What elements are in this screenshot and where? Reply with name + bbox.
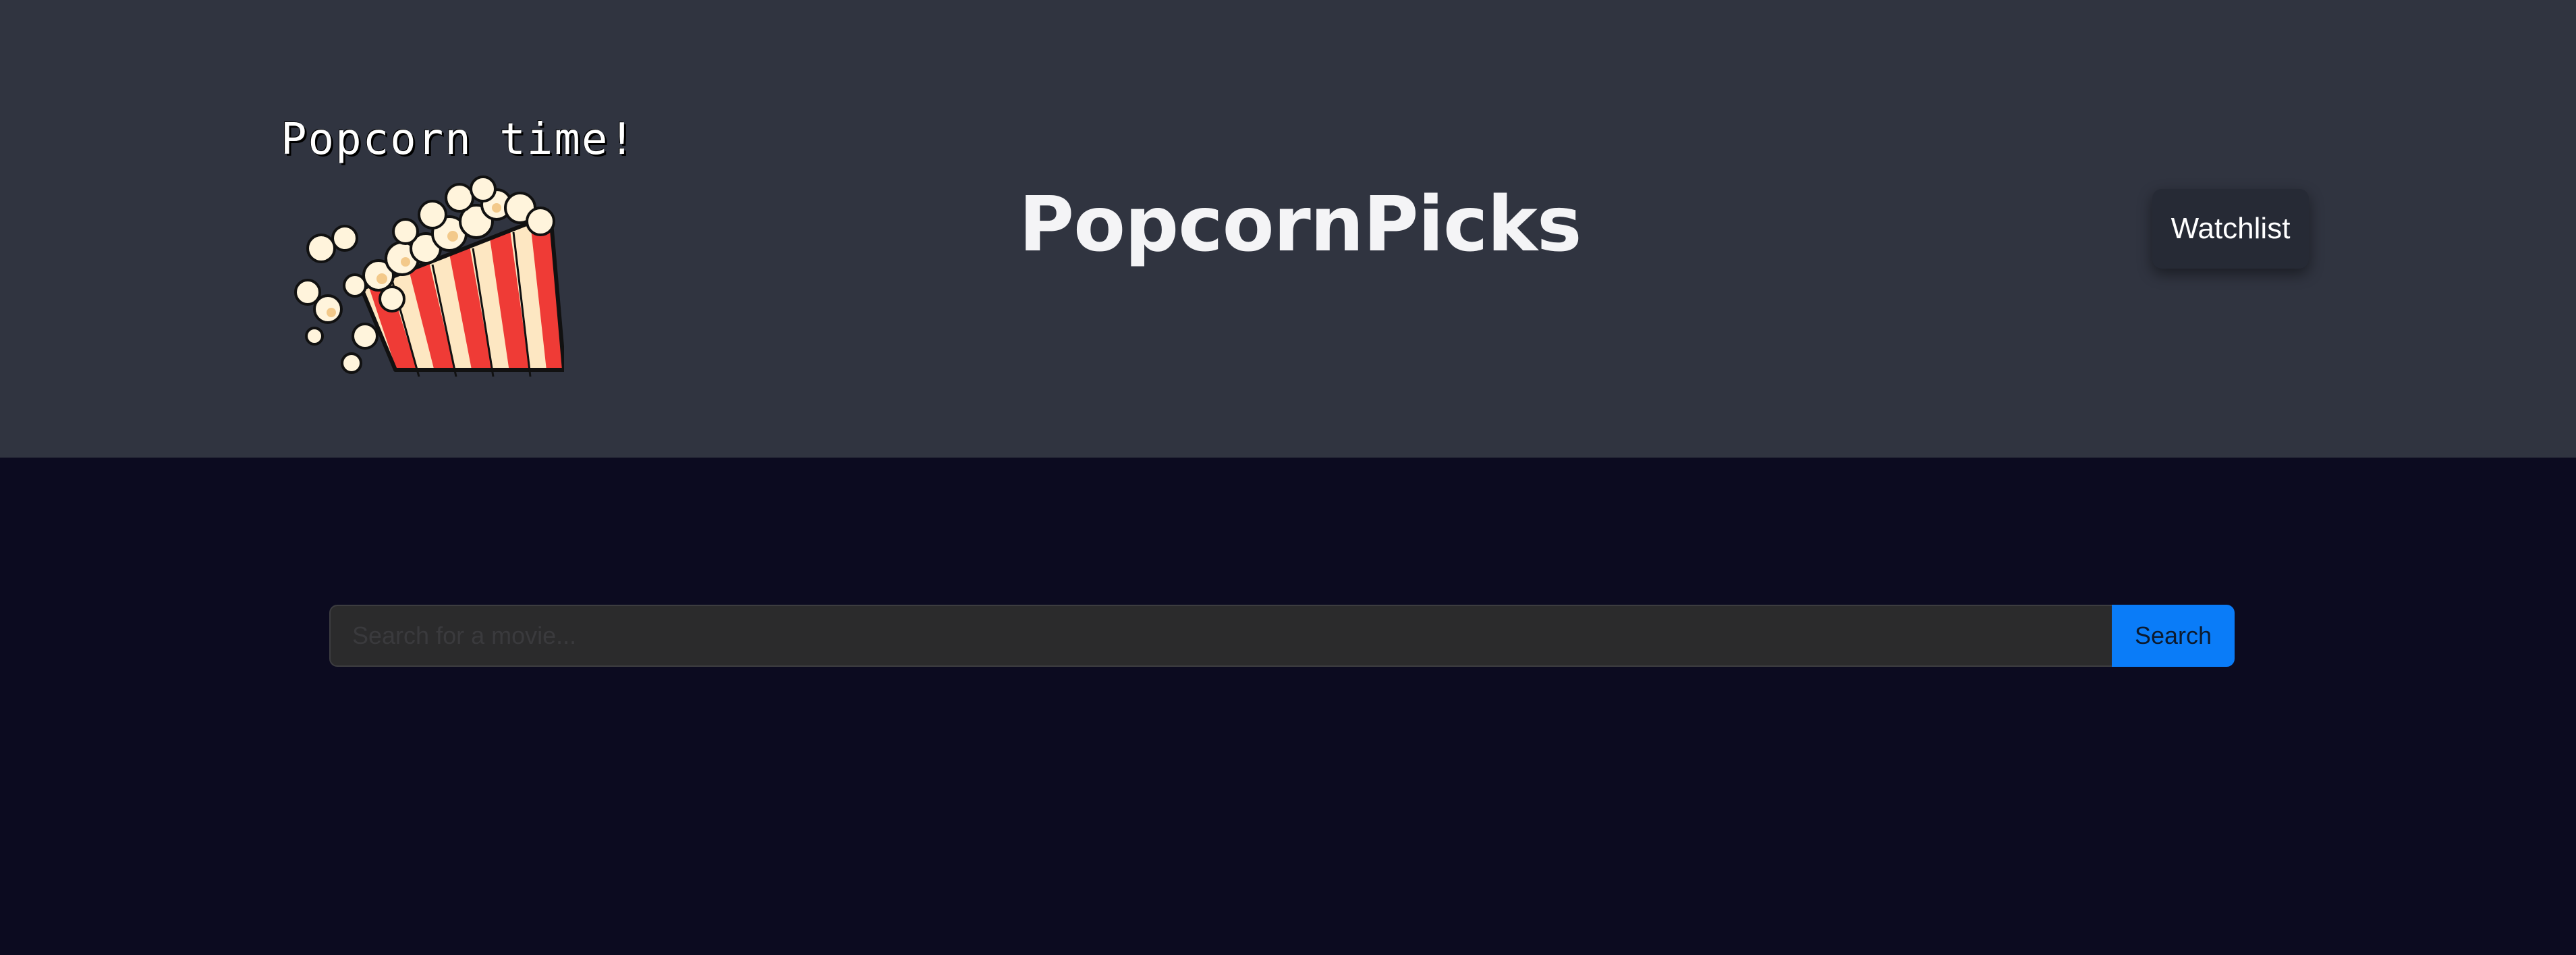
watchlist-button[interactable]: Watchlist xyxy=(2152,189,2309,269)
site-header: Popcorn time! PopcornPicks Watchlist xyxy=(0,0,2576,458)
popcorn-bucket-icon xyxy=(294,175,564,377)
logo-caption: Popcorn time! xyxy=(281,115,636,165)
search-input[interactable] xyxy=(329,605,2112,667)
logo[interactable]: Popcorn time! xyxy=(281,115,635,385)
search-bar: Search xyxy=(329,605,2235,667)
site-title: PopcornPicks xyxy=(1019,181,1582,269)
search-button[interactable]: Search xyxy=(2112,605,2235,667)
